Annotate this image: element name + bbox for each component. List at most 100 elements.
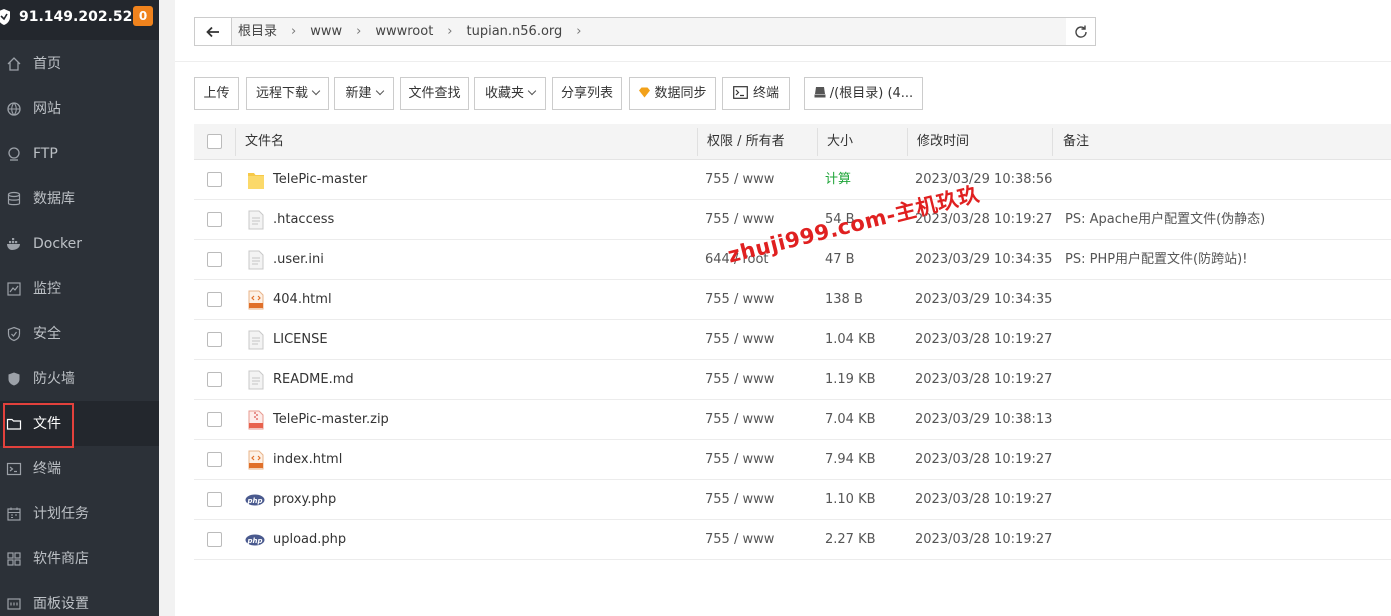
breadcrumb-item[interactable]: tupian.n56.org (467, 24, 563, 39)
file-name[interactable]: 404.html (273, 280, 332, 320)
table-row[interactable]: 404.html 755 / www 138 B 2023/03/29 10:34:3… (194, 280, 1391, 320)
file-permission[interactable]: 755 / www (705, 160, 774, 200)
file-name[interactable]: index.html (273, 440, 342, 480)
sidebar-header: 91.149.202.52 0 (0, 0, 159, 40)
row-checkbox[interactable] (207, 492, 222, 507)
table-row[interactable]: LICENSE 755 / www 1.04 KB 2023/03/28 10:19:… (194, 320, 1391, 360)
sidebar-item-label: 终端 (33, 461, 61, 477)
share-list-button[interactable]: 分享列表 (552, 77, 622, 110)
sidebar-item-app-store[interactable]: 软件商店 (0, 536, 159, 581)
file-permission[interactable]: 755 / www (705, 520, 774, 560)
column-header-size[interactable]: 大小 (827, 124, 853, 160)
calendar-icon (7, 507, 21, 521)
sidebar-item-database[interactable]: 数据库 (0, 176, 159, 221)
file-permission[interactable]: 755 / www (705, 320, 774, 360)
path-bar[interactable]: 根目录 › www › wwwroot › tupian.n56.org › (194, 17, 1096, 46)
file-permission[interactable]: 755 / www (705, 480, 774, 520)
column-header-mtime[interactable]: 修改时间 (917, 124, 969, 160)
sidebar-item-cron[interactable]: 计划任务 (0, 491, 159, 536)
arrow-left-icon (206, 26, 219, 38)
file-name[interactable]: proxy.php (273, 480, 336, 520)
disk-selector-button[interactable]: /(根目录) (4... (804, 77, 923, 110)
file-permission[interactable]: 755 / www (705, 360, 774, 400)
sidebar-item-home[interactable]: 首页 (0, 41, 159, 86)
sidebar-item-security[interactable]: 安全 (0, 311, 159, 356)
file-permission[interactable]: 755 / www (705, 280, 774, 320)
table-row[interactable]: php proxy.php 755 / www 1.10 KB 2023/03/28 1… (194, 480, 1391, 520)
data-sync-button[interactable]: 数据同步 (629, 77, 716, 110)
sidebar-item-monitor[interactable]: 监控 (0, 266, 159, 311)
row-checkbox[interactable] (207, 372, 222, 387)
sidebar-item-files[interactable]: 文件 (0, 401, 159, 448)
svg-text:php: php (246, 497, 262, 505)
file-name[interactable]: upload.php (273, 520, 346, 560)
chevron-down-icon (527, 86, 537, 96)
file-name[interactable]: TelePic-master.zip (273, 400, 389, 440)
remote-download-button[interactable]: 远程下载 (246, 77, 329, 110)
chevron-right-icon: › (576, 24, 582, 39)
sidebar-item-docker[interactable]: Docker (0, 221, 159, 266)
row-checkbox[interactable] (207, 172, 222, 187)
refresh-icon (1075, 25, 1087, 38)
file-note[interactable]: PS: Apache用户配置文件(伪静态) (1065, 200, 1265, 240)
sidebar-item-ftp[interactable]: FTP (0, 131, 159, 176)
file-name[interactable]: LICENSE (273, 320, 328, 360)
file-size: 1.10 KB (825, 492, 876, 507)
favorites-label: 收藏夹 (484, 86, 524, 101)
table-row[interactable]: TelePic-master.zip 755 / www 7.04 KB 2023/0… (194, 400, 1391, 440)
file-name[interactable]: .htaccess (273, 200, 334, 240)
notification-badge[interactable]: 0 (133, 6, 153, 26)
sidebar-item-label: 软件商店 (33, 551, 89, 567)
sidebar-item-website[interactable]: 网站 (0, 86, 159, 131)
file-size: 138 B (825, 292, 863, 307)
row-checkbox[interactable] (207, 452, 222, 467)
file-permission[interactable]: 755 / www (705, 440, 774, 480)
table-row[interactable]: README.md 755 / www 1.19 KB 2023/03/28 10:1… (194, 360, 1391, 400)
back-button[interactable] (195, 18, 232, 45)
file-name[interactable]: .user.ini (273, 240, 324, 280)
file-name[interactable]: TelePic-master (273, 160, 367, 200)
table-row[interactable]: php upload.php 755 / www 2.27 KB 2023/03/28 … (194, 520, 1391, 560)
file-note[interactable]: PS: PHP用户配置文件(防跨站)! (1065, 240, 1247, 280)
terminal-button[interactable]: 终端 (722, 77, 790, 110)
table-row[interactable]: TelePic-master 755 / www 计算 2023/03/29 10:3… (194, 160, 1391, 200)
select-all-checkbox[interactable] (207, 134, 222, 149)
row-checkbox[interactable] (207, 252, 222, 267)
column-header-perm[interactable]: 权限 / 所有者 (707, 124, 785, 160)
file-size: 7.04 KB (825, 412, 876, 427)
row-checkbox[interactable] (207, 292, 222, 307)
table-row[interactable]: index.html 755 / www 7.94 KB 2023/03/28 10:… (194, 440, 1391, 480)
file-name[interactable]: README.md (273, 360, 354, 400)
breadcrumb-item[interactable]: www (310, 24, 342, 39)
sidebar-item-label: 网站 (33, 101, 61, 117)
row-checkbox[interactable] (207, 332, 222, 347)
row-checkbox[interactable] (207, 532, 222, 547)
svg-text:php: php (246, 537, 262, 545)
html-file-icon (247, 450, 265, 470)
row-checkbox[interactable] (207, 212, 222, 227)
file-size[interactable]: 计算 (825, 160, 851, 200)
file-permission[interactable]: 755 / www (705, 400, 774, 440)
refresh-button[interactable] (1066, 17, 1096, 46)
file-manager: 根目录 › www › wwwroot › tupian.n56.org › 上传 远程下载 … (175, 0, 1391, 616)
column-header-name[interactable]: 文件名 (245, 124, 284, 160)
upload-button[interactable]: 上传 (194, 77, 239, 110)
favorites-button[interactable]: 收藏夹 (474, 77, 546, 110)
column-header-note[interactable]: 备注 (1063, 124, 1089, 160)
terminal-label: 终端 (752, 86, 779, 101)
new-button[interactable]: 新建 (334, 77, 394, 110)
breadcrumb-item[interactable]: wwwroot (375, 24, 433, 39)
divider (175, 61, 1391, 62)
sidebar-item-terminal[interactable]: 终端 (0, 446, 159, 491)
sidebar-item-label: 防火墙 (33, 371, 75, 387)
zip-file-icon (247, 410, 265, 430)
row-checkbox[interactable] (207, 412, 222, 427)
sidebar-item-panel-settings[interactable]: 面板设置 (0, 581, 159, 616)
data-sync-label: 数据同步 (654, 86, 707, 101)
docker-icon (7, 238, 20, 250)
breadcrumb-item[interactable]: 根目录 (238, 24, 277, 39)
sidebar-item-firewall[interactable]: 防火墙 (0, 356, 159, 401)
file-search-button[interactable]: 文件查找 (400, 77, 469, 110)
server-ip: 91.149.202.52 (19, 9, 133, 25)
file-mtime: 2023/03/28 10:19:27 (915, 492, 1053, 507)
